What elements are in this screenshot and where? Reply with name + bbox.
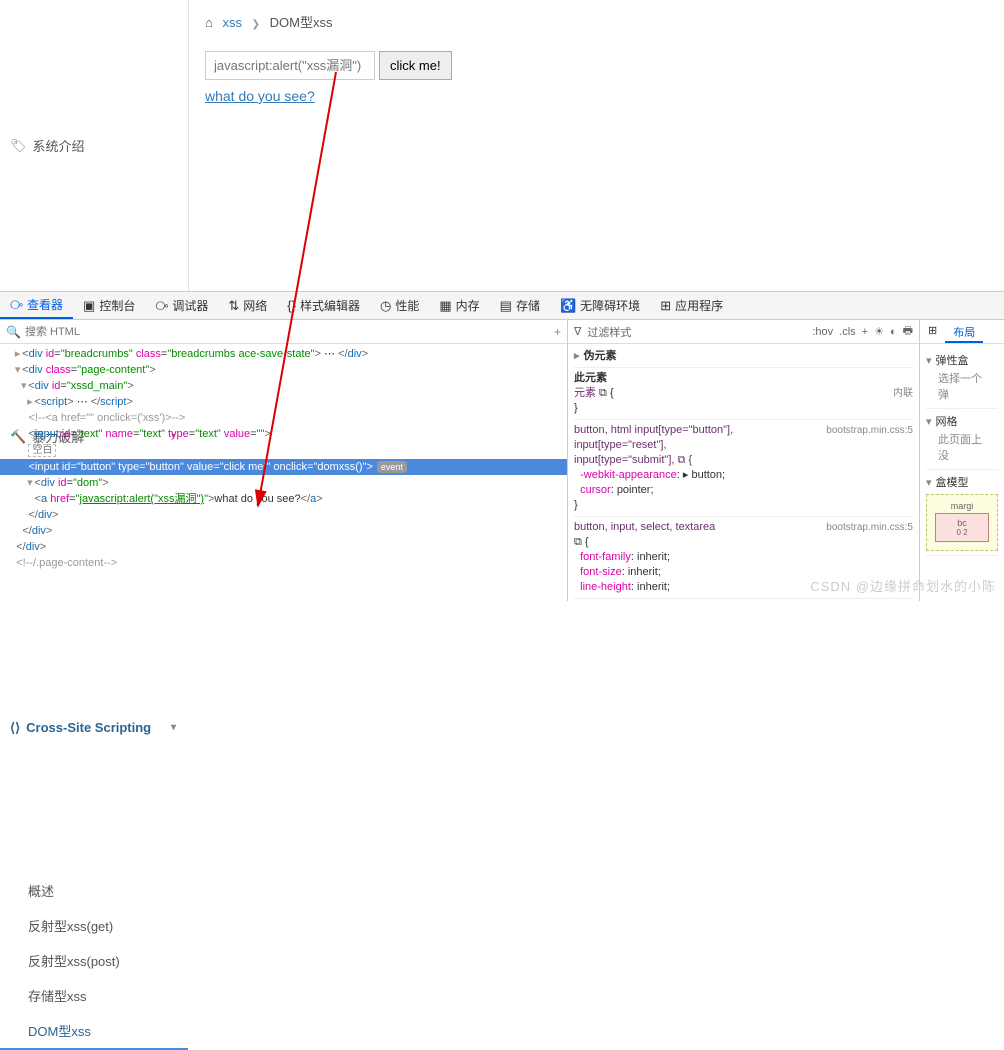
tab-app[interactable]: ⊞应用程序 — [650, 292, 733, 319]
cls-toggle[interactable]: .cls — [839, 326, 856, 338]
print-icon[interactable]: 🖶 — [903, 322, 913, 341]
perf-icon: ◷ — [380, 298, 391, 314]
tab-console[interactable]: ▣控制台 — [73, 292, 145, 319]
watermark: CSDN @边缘拼命划水的小陈 — [810, 576, 996, 595]
selected-node: <input id="button" type="button" value="… — [0, 459, 567, 475]
debugger-icon: ⧂ — [155, 298, 168, 314]
html-panel: 🔍 + ▸<div id="breadcrumbs" class="breadc… — [0, 320, 568, 601]
layout-panel: ⊞ 布局 ▾弹性盒选择一个弹 ▾网格此页面上没 ▾盒模型 margi bc 0 … — [920, 320, 1004, 601]
tab-perf[interactable]: ◷性能 — [370, 292, 429, 319]
plus-icon[interactable]: + — [554, 325, 561, 339]
sidebar-sub-dom[interactable]: DOM型xss — [0, 1013, 188, 1050]
app-icon: ⊞ — [660, 298, 671, 314]
xss-input[interactable] — [205, 51, 375, 80]
sidebar-sub-stored[interactable]: 存储型xss — [0, 978, 188, 1013]
styles-panel: ∇ 过滤样式 :hov .cls + ☀ ◐ 🖶 ▸伪元素 此元素 元素 ⧉ {… — [568, 320, 920, 601]
style-icon: {} — [287, 298, 296, 313]
sidebar-sub-reflect-get[interactable]: 反射型xss(get) — [0, 908, 188, 943]
html-search: 🔍 + — [0, 320, 567, 344]
light-icon[interactable]: ☀ — [874, 325, 884, 338]
click-me-button[interactable]: click me! — [379, 51, 452, 80]
code-icon: ⟨⟩ — [10, 720, 20, 736]
sidebar-sub-reflect-post[interactable]: 反射型xss(post) — [0, 943, 188, 978]
storage-icon: ▤ — [500, 298, 512, 314]
layout-icon-tab[interactable]: ⊞ — [920, 320, 945, 343]
result-link[interactable]: what do you see? — [205, 88, 315, 104]
console-icon: ▣ — [83, 298, 95, 314]
tab-debugger[interactable]: ⧂调试器 — [145, 292, 218, 319]
dom-tree[interactable]: ▸<div id="breadcrumbs" class="breadcrumb… — [0, 344, 567, 601]
tab-network[interactable]: ⇅网络 — [218, 292, 277, 319]
sidebar-sub-overview[interactable]: 概述 — [0, 873, 188, 908]
tab-storage[interactable]: ▤存储 — [490, 292, 550, 319]
sidebar-label: Cross-Site Scripting — [26, 720, 151, 735]
memory-icon: ▦ — [439, 298, 451, 314]
filter-label[interactable]: 过滤样式 — [587, 324, 631, 340]
tab-a11y[interactable]: ♿无障碍环境 — [550, 292, 650, 319]
sidebar-label: 系统介绍 — [33, 136, 85, 155]
chevron-down-icon: ▾ — [171, 722, 176, 733]
home-icon[interactable]: ⌂ — [205, 15, 213, 30]
sidebar: 🏷 系统介绍 🔨 暴力破解 ▾ ⟨⟩ Cross-Site Scripting … — [0, 0, 189, 291]
plus-icon[interactable]: + — [862, 326, 868, 338]
devtools-tabs: ⧂查看器 ▣控制台 ⧂调试器 ⇅网络 {}样式编辑器 ◷性能 ▦内存 ▤存储 ♿… — [0, 292, 1004, 320]
sidebar-item-xss[interactable]: ⟨⟩ Cross-Site Scripting ▾ — [0, 582, 188, 873]
breadcrumb-link[interactable]: xss — [222, 15, 242, 30]
dark-icon[interactable]: ◐ — [890, 326, 897, 338]
filter-icon: ∇ — [574, 325, 581, 338]
tab-memory[interactable]: ▦内存 — [429, 292, 489, 319]
box-model: margi bc 0 2 — [926, 494, 998, 551]
main-content: ⌂ xss ❯ DOM型xss click me! what do you se… — [189, 0, 1004, 291]
devtools: ⧂查看器 ▣控制台 ⧂调试器 ⇅网络 {}样式编辑器 ◷性能 ▦内存 ▤存储 ♿… — [0, 291, 1004, 601]
network-icon: ⇅ — [228, 298, 239, 314]
tab-inspector[interactable]: ⧂查看器 — [0, 292, 73, 319]
layout-tab[interactable]: 布局 — [945, 320, 983, 343]
search-icon: 🔍 — [6, 325, 21, 339]
search-input[interactable] — [25, 326, 550, 338]
tag-icon: 🏷 — [10, 138, 27, 154]
sidebar-item-intro[interactable]: 🏷 系统介绍 — [0, 0, 188, 291]
inspector-icon: ⧂ — [10, 297, 23, 313]
tab-style[interactable]: {}样式编辑器 — [277, 292, 370, 319]
chevron-right-icon: ❯ — [252, 19, 260, 30]
breadcrumb-current: DOM型xss — [270, 15, 333, 30]
a11y-icon: ♿ — [560, 298, 576, 314]
hov-toggle[interactable]: :hov — [812, 326, 833, 338]
breadcrumb: ⌂ xss ❯ DOM型xss — [205, 8, 988, 51]
